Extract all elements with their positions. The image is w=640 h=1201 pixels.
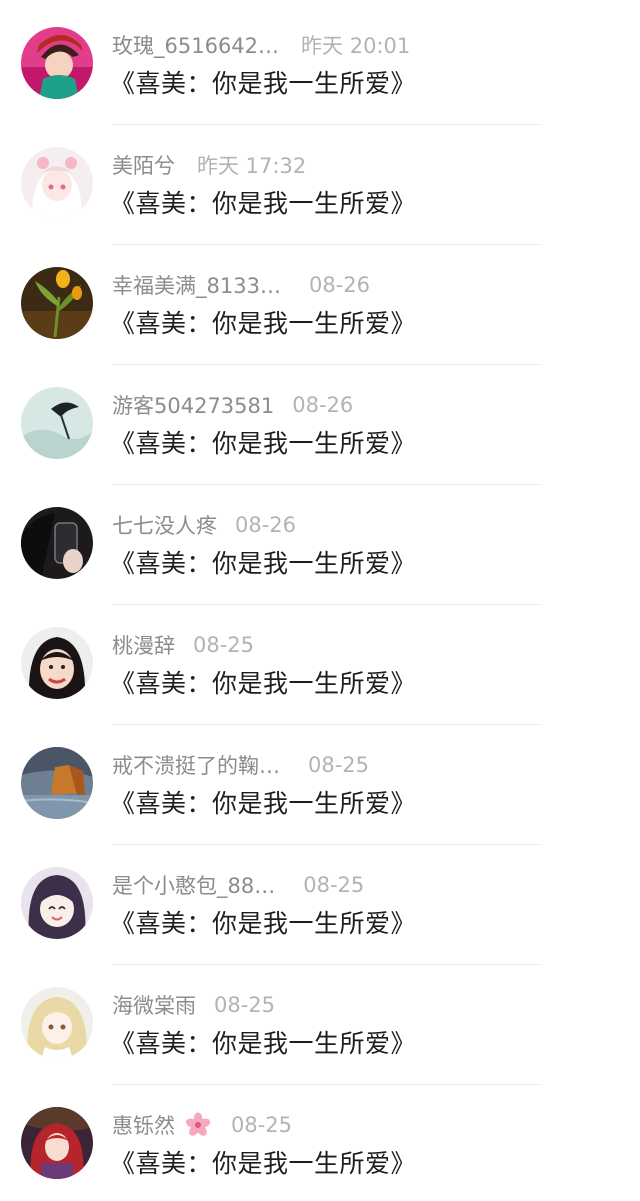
timestamp: 08-26 (308, 273, 370, 297)
comment-text: 《喜美：你是我一生所爱》 (110, 909, 417, 938)
username[interactable]: 戒不溃挺了的鞠… (112, 750, 280, 780)
comment-text: 《喜美：你是我一生所爱》 (110, 669, 417, 698)
comment-list: 玫瑰_6516642… 昨天 20:01 《喜美：你是我一生所爱》 美陌兮 昨天… (0, 0, 640, 1201)
comment-item[interactable]: 戒不溃挺了的鞠… 08-25 《喜美：你是我一生所爱》 (0, 720, 640, 839)
comment-item[interactable]: 桃漫辞 08-25 《喜美：你是我一生所爱》 (0, 600, 640, 719)
timestamp: 08-25 (193, 633, 255, 657)
user-avatar[interactable] (21, 147, 93, 219)
comment-item[interactable]: 惠铄然 08-25 《喜美：你是我一生所爱》 (0, 1080, 640, 1199)
comment-meta: 是个小憨包_88… 08-25 (112, 870, 364, 900)
user-avatar[interactable] (21, 387, 93, 459)
timestamp: 08-26 (235, 513, 297, 537)
timestamp: 08-25 (231, 1113, 293, 1137)
comment-text: 《喜美：你是我一生所爱》 (110, 309, 417, 338)
username[interactable]: 游客504273581 (112, 390, 274, 420)
username[interactable]: 美陌兮 (112, 150, 175, 180)
comment-item[interactable]: 七七没人疼 08-26 《喜美：你是我一生所爱》 (0, 480, 640, 599)
comment-meta: 海微棠雨 08-25 (112, 990, 275, 1020)
comment-item[interactable]: 游客504273581 08-26 《喜美：你是我一生所爱》 (0, 360, 640, 479)
comment-text: 《喜美：你是我一生所爱》 (110, 69, 417, 98)
comment-meta: 戒不溃挺了的鞠… 08-25 (112, 750, 369, 780)
comment-item[interactable]: 海微棠雨 08-25 《喜美：你是我一生所爱》 (0, 960, 640, 1079)
timestamp: 08-25 (214, 993, 276, 1017)
user-avatar[interactable] (21, 1107, 93, 1179)
comment-item[interactable]: 幸福美满_8133… 08-26 《喜美：你是我一生所爱》 (0, 240, 640, 359)
timestamp: 08-25 (308, 753, 370, 777)
username[interactable]: 海微棠雨 (112, 990, 196, 1020)
timestamp: 昨天 20:01 (301, 34, 411, 58)
user-avatar[interactable] (21, 867, 93, 939)
comment-meta: 七七没人疼 08-26 (112, 510, 296, 540)
comment-meta: 美陌兮 昨天 17:32 (112, 150, 306, 180)
user-avatar[interactable] (21, 507, 93, 579)
comment-text: 《喜美：你是我一生所爱》 (110, 429, 417, 458)
username[interactable]: 幸福美满_8133… (112, 270, 281, 300)
timestamp: 08-25 (303, 873, 365, 897)
username[interactable]: 是个小憨包_88… (112, 870, 275, 900)
comment-text: 《喜美：你是我一生所爱》 (110, 189, 417, 218)
username[interactable]: 惠铄然 (112, 1110, 175, 1140)
comment-text: 《喜美：你是我一生所爱》 (110, 549, 417, 578)
user-avatar[interactable] (21, 627, 93, 699)
username[interactable]: 玫瑰_6516642… (112, 30, 279, 60)
comment-item[interactable]: 美陌兮 昨天 17:32 《喜美：你是我一生所爱》 (0, 120, 640, 239)
user-avatar[interactable] (21, 267, 93, 339)
comment-meta: 玫瑰_6516642… 昨天 20:01 (112, 30, 410, 60)
timestamp: 昨天 17:32 (197, 154, 307, 178)
comment-text: 《喜美：你是我一生所爱》 (110, 1029, 417, 1058)
comment-text: 《喜美：你是我一生所爱》 (110, 1149, 417, 1178)
timestamp: 08-26 (292, 393, 354, 417)
comment-meta: 幸福美满_8133… 08-26 (112, 270, 370, 300)
comment-text: 《喜美：你是我一生所爱》 (110, 789, 417, 818)
comment-meta: 游客504273581 08-26 (112, 390, 353, 420)
username[interactable]: 桃漫辞 (112, 630, 175, 660)
cherry-blossom-emoji (185, 1112, 211, 1138)
user-avatar[interactable] (21, 747, 93, 819)
username[interactable]: 七七没人疼 (112, 510, 217, 540)
comment-item[interactable]: 玫瑰_6516642… 昨天 20:01 《喜美：你是我一生所爱》 (0, 0, 640, 119)
user-avatar[interactable] (21, 987, 93, 1059)
user-avatar[interactable] (21, 27, 93, 99)
comment-item[interactable]: 是个小憨包_88… 08-25 《喜美：你是我一生所爱》 (0, 840, 640, 959)
comment-meta: 惠铄然 08-25 (112, 1110, 292, 1140)
comment-meta: 桃漫辞 08-25 (112, 630, 254, 660)
